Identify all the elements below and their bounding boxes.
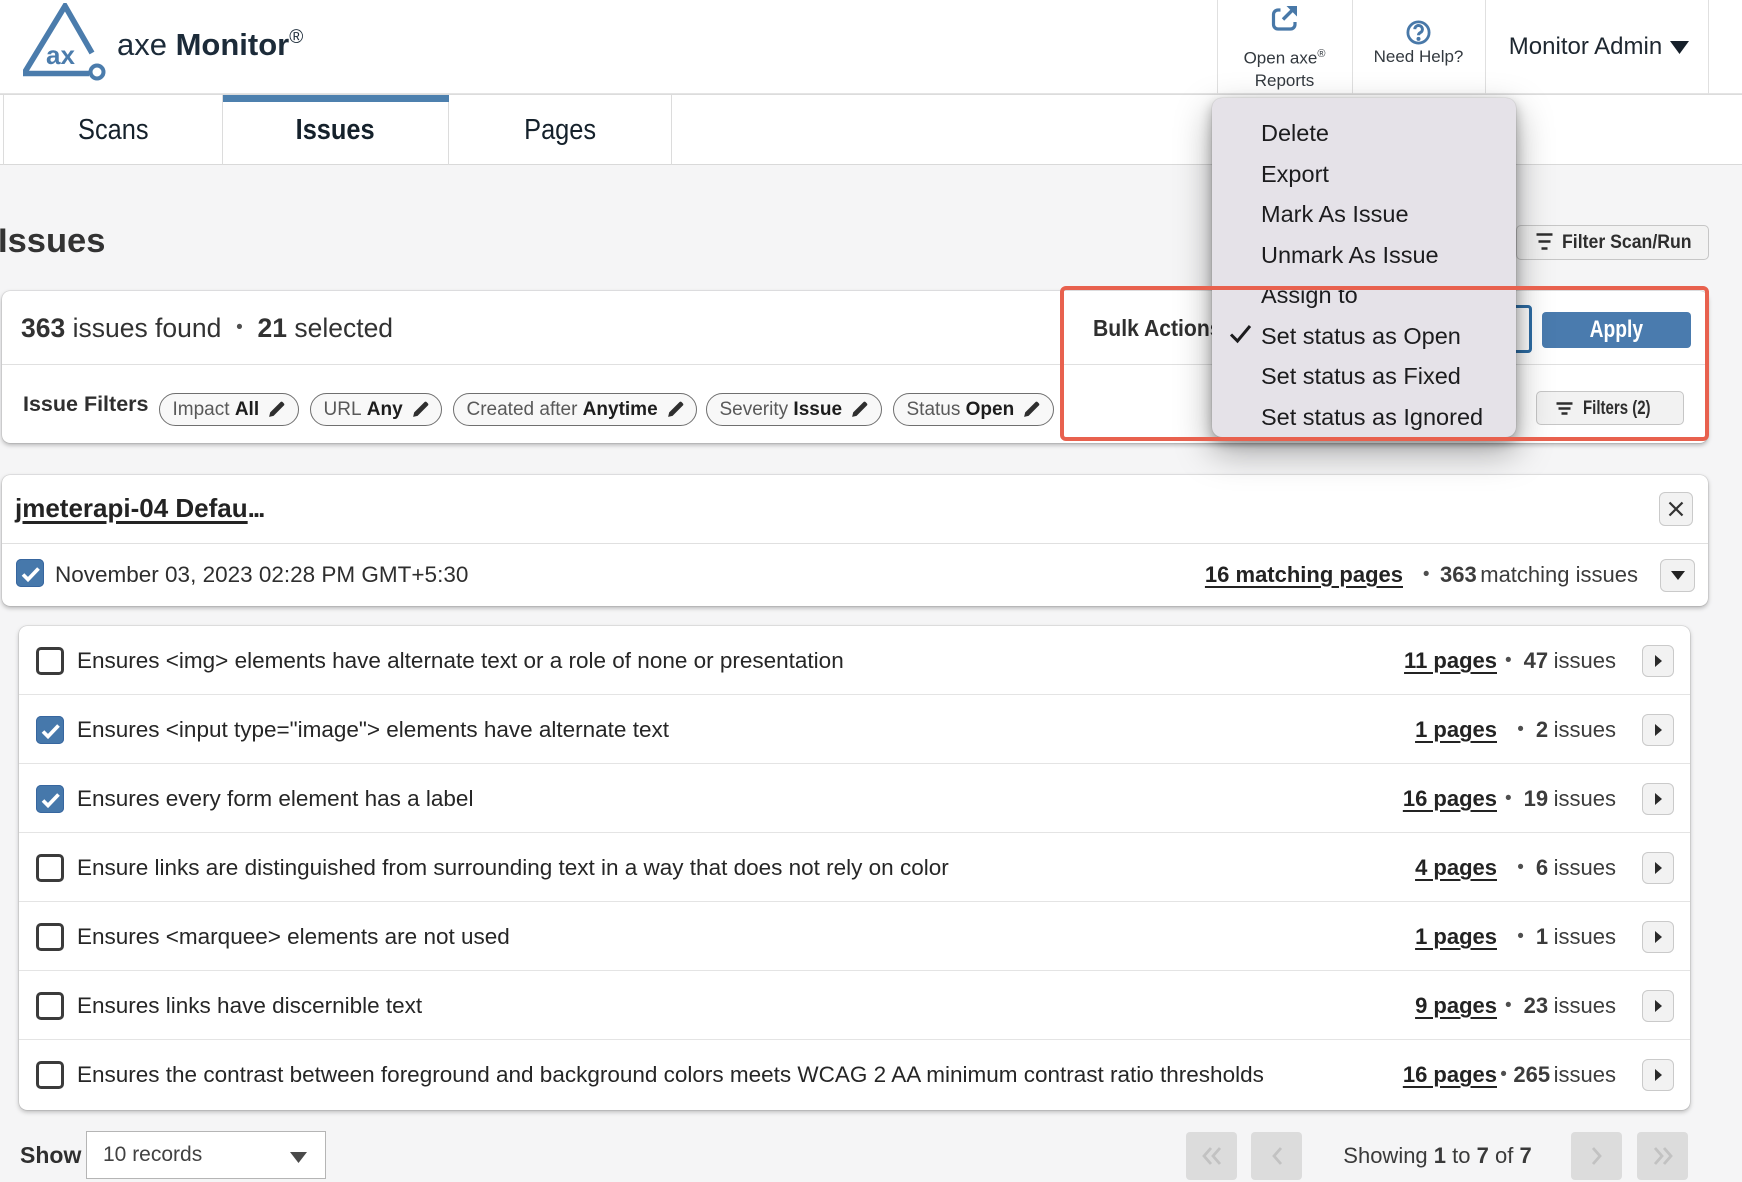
svg-text:ax: ax [46,40,75,70]
